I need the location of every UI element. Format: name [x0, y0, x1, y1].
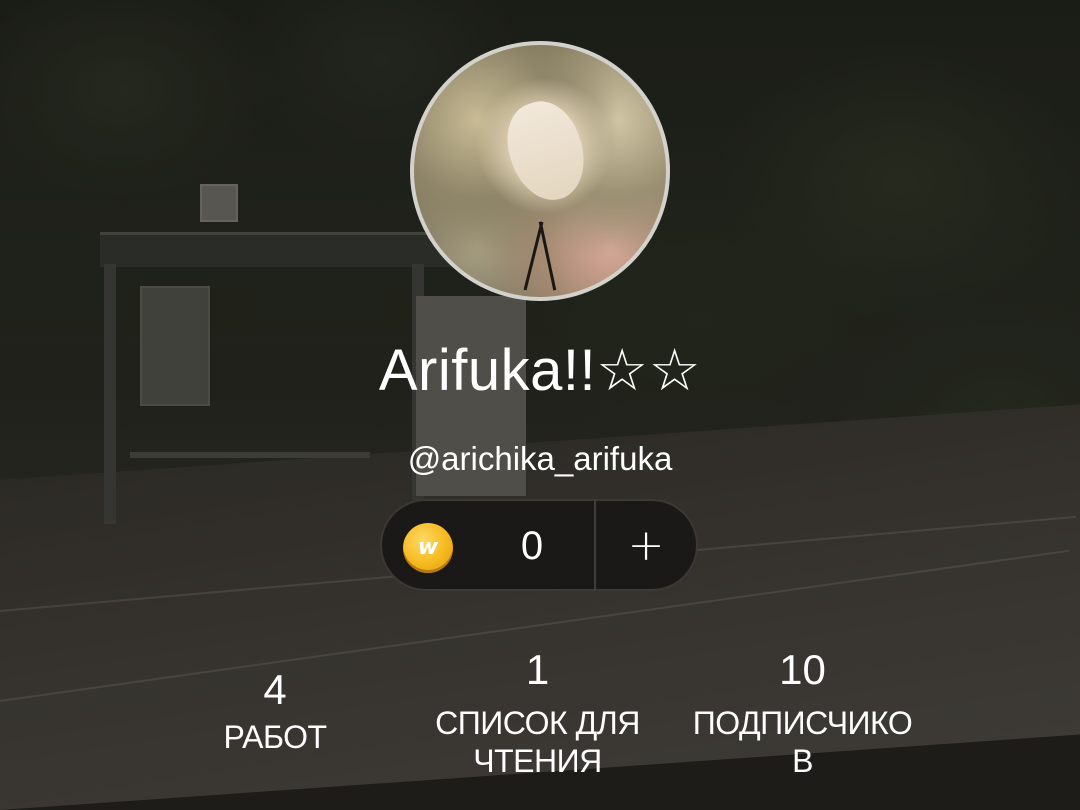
avatar-ribbon: [538, 221, 557, 291]
stat-followers[interactable]: 10 ПОДПИСЧИКО В: [675, 646, 930, 780]
coin-balance-pill: w 0 +: [380, 499, 698, 591]
stat-followers-label: ПОДПИСЧИКО В: [692, 705, 913, 779]
stat-works-label: РАБОТ: [223, 719, 327, 755]
stat-followers-count: 10: [779, 646, 826, 693]
coin-icon-glyph: w: [417, 535, 439, 560]
stat-works[interactable]: 4 РАБОТ: [195, 666, 355, 756]
profile-display-name: Arifuka!!☆☆: [378, 338, 702, 403]
coin-amount: 0: [520, 524, 544, 568]
coin-balance[interactable]: w 0: [382, 501, 594, 589]
add-coins-button[interactable]: +: [596, 501, 696, 589]
stat-reading-lists[interactable]: 1 СПИСОК ДЛЯ ЧТЕНИЯ: [410, 646, 665, 780]
stat-reading-lists-count: 1: [525, 646, 550, 693]
profile-avatar[interactable]: [410, 41, 670, 301]
stat-reading-lists-label: СПИСОК ДЛЯ ЧТЕНИЯ: [435, 705, 640, 779]
wattpad-coin-icon: w: [403, 523, 453, 573]
profile-username: @arichika_arifuka: [407, 440, 673, 477]
stat-works-count: 4: [263, 666, 287, 713]
avatar-face: [496, 92, 596, 210]
